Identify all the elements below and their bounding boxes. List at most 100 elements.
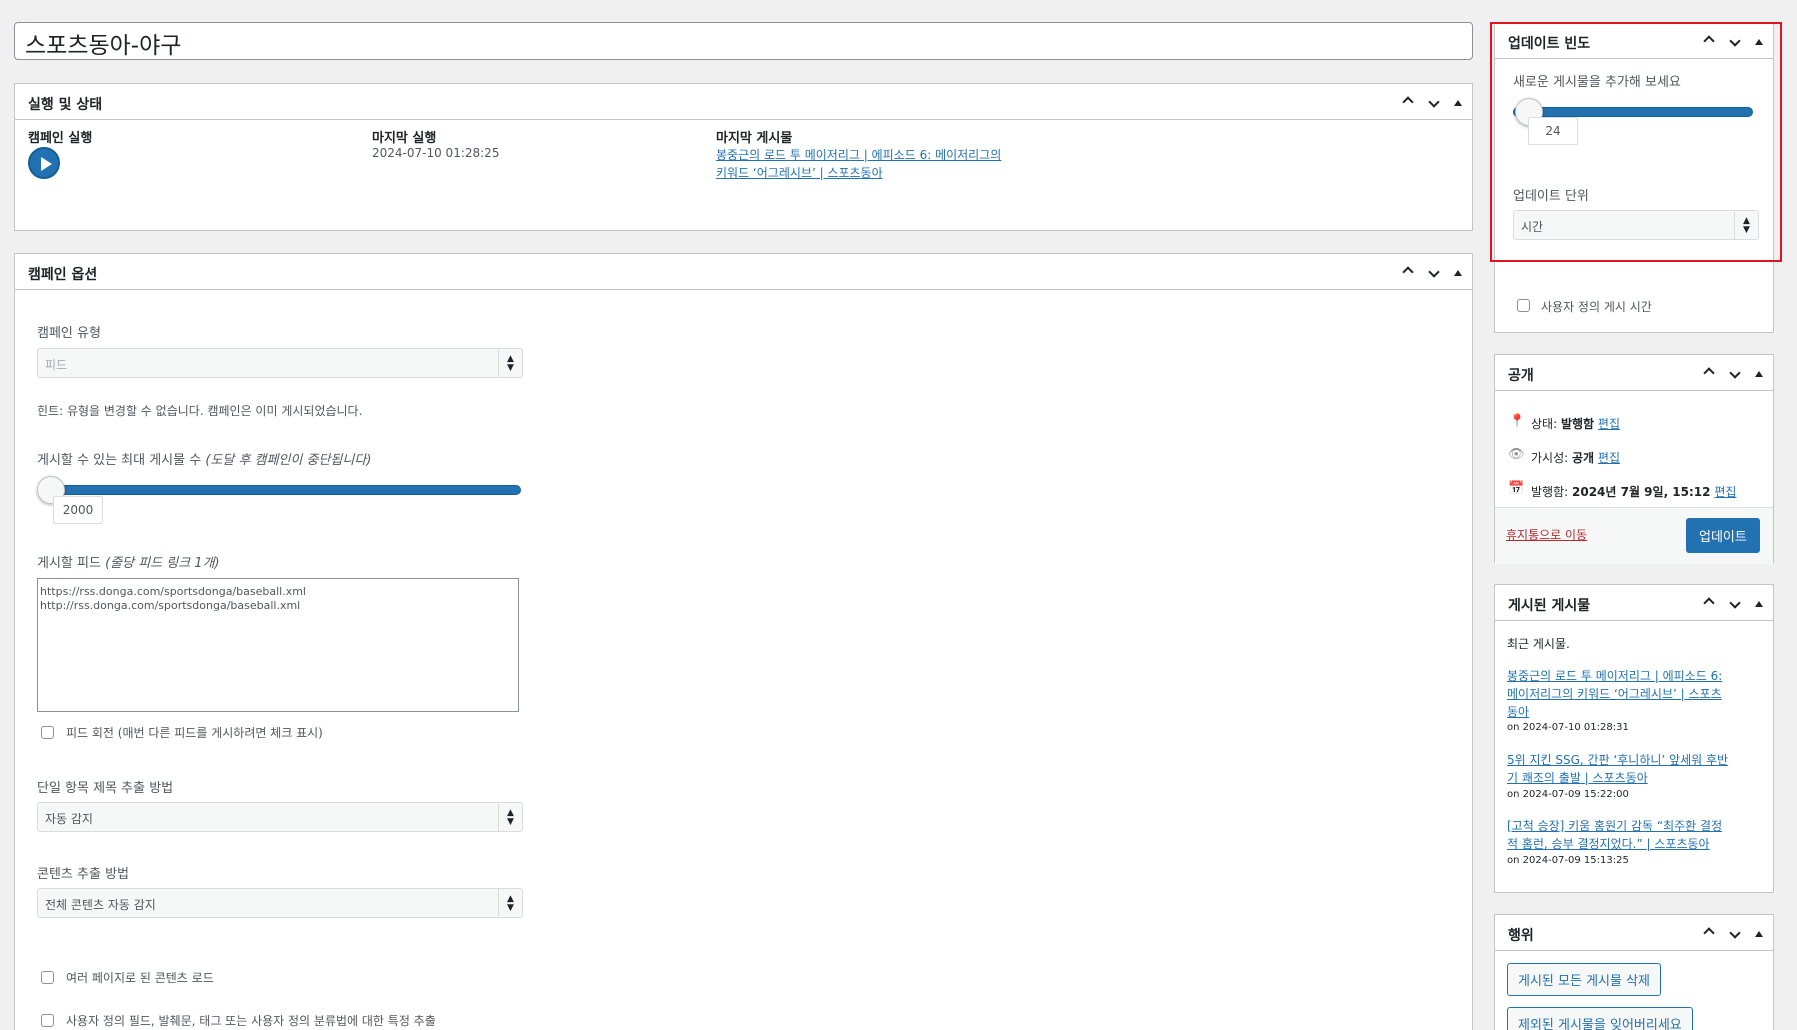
last-run-label: 마지막 실행 <box>372 131 437 146</box>
max-posts-label: 게시할 수 있는 최대 게시물 수 (도달 후 캠페인이 중단됩니다) <box>37 449 371 468</box>
posted-item-date: on 2024-07-09 15:22:00 <box>1507 789 1629 800</box>
move-down-icon[interactable] <box>1424 93 1444 111</box>
content-extract-label: 콘텐츠 추출 방법 <box>37 867 129 882</box>
move-up-icon[interactable] <box>1699 364 1719 382</box>
status-box: 실행 및 상태 캠페인 실행 마지막 실행 2024-07-10 01:28:2… <box>14 83 1473 231</box>
visibility-label: 가시성: <box>1531 451 1569 465</box>
visibility-value: 공개 <box>1572 451 1595 465</box>
status-label: 상태: <box>1531 417 1558 431</box>
multipage-label: 여러 페이지로 된 콘텐츠 로드 <box>66 971 214 985</box>
multipage-checkbox[interactable] <box>41 971 54 984</box>
eye-icon: 👁 <box>1508 447 1525 462</box>
recent-posts-label: 최근 게시물. <box>1507 637 1570 651</box>
publish-box-header: 공개 <box>1495 355 1773 391</box>
pin-icon: 📍 <box>1509 414 1526 429</box>
calendar-icon: 📅 <box>1508 481 1525 496</box>
status-box-header: 실행 및 상태 <box>15 84 1472 120</box>
options-box-header: 캠페인 옵션 <box>15 254 1472 290</box>
custom-time-label: 사용자 정의 게시 시간 <box>1541 300 1652 314</box>
title-extract-value: 자동 감지 <box>45 812 93 826</box>
publish-box: 공개 📍 상태: 발행함 편집 👁 가시성: 공개 편집 📅 발행함: 2024… <box>1494 354 1774 564</box>
status-box-title: 실행 및 상태 <box>28 97 103 113</box>
posted-box-title: 게시된 게시물 <box>1508 598 1591 614</box>
feed-rotate-checkbox[interactable] <box>41 726 54 739</box>
collapse-icon[interactable] <box>1749 924 1769 942</box>
feed-rotate-label: 피드 회전 (매번 다른 피드를 게시하려면 체크 표시) <box>66 726 323 740</box>
posted-item-link[interactable]: [고척 승장] 키움 홍원기 감독 “최주환 결정 <box>1507 817 1722 834</box>
post-title-input[interactable]: 스포츠동아-야구 <box>14 22 1473 60</box>
move-up-icon[interactable] <box>1398 263 1418 281</box>
move-down-icon[interactable] <box>1725 924 1745 942</box>
posted-item-link[interactable]: 5위 지킨 SSG, 간판 ‘후니하니’ 앞세워 후반 <box>1507 751 1728 768</box>
last-post-link-line2[interactable]: 키워드 ‘어그레시브’ | 스포츠동아 <box>716 164 883 181</box>
campaign-type-hint: 힌트: 유형을 변경할 수 없습니다. 캠페인은 이미 게시되었습니다. <box>37 404 363 418</box>
campaign-type-value: 피드 <box>45 358 68 372</box>
move-down-icon[interactable] <box>1725 594 1745 612</box>
move-up-icon[interactable] <box>1398 93 1418 111</box>
feeds-textarea[interactable]: https://rss.donga.com/sportsdonga/baseba… <box>37 578 519 712</box>
move-down-icon[interactable] <box>1725 364 1745 382</box>
status-row: 상태: 발행함 편집 <box>1531 415 1620 432</box>
posted-item-date: on 2024-07-09 15:13:25 <box>1507 855 1629 866</box>
max-posts-note: (도달 후 캠페인이 중단됩니다) <box>205 453 372 468</box>
update-button[interactable]: 업데이트 <box>1686 518 1760 553</box>
campaign-type-select[interactable]: 피드 ▲ ▼ <box>37 348 523 378</box>
trash-link[interactable]: 휴지통으로 이동 <box>1506 526 1587 543</box>
collapse-icon[interactable] <box>1749 364 1769 382</box>
published-row: 발행함: 2024년 7월 9일, 15:12 편집 <box>1531 483 1736 500</box>
content-extract-value: 전체 콘텐츠 자동 감지 <box>45 898 156 912</box>
delete-all-posts-button[interactable]: 게시된 모든 게시물 삭제 <box>1507 963 1661 996</box>
published-label: 발행함: <box>1531 485 1569 499</box>
visibility-row: 가시성: 공개 편집 <box>1531 449 1620 466</box>
options-box: 캠페인 옵션 캠페인 유형 피드 ▲ ▼ 힌트: 유형을 변경할 수 없습니다. … <box>14 253 1473 1030</box>
play-icon[interactable] <box>28 147 60 179</box>
visibility-edit-link[interactable]: 편집 <box>1598 451 1620 465</box>
status-value: 발행함 <box>1560 417 1595 431</box>
custom-fields-label: 사용자 정의 필드, 발췌문, 태그 또는 사용자 정의 분류법에 대한 특정 … <box>66 1014 436 1028</box>
custom-fields-checkbox[interactable] <box>41 1014 54 1027</box>
last-post-label: 마지막 게시물 <box>716 131 793 146</box>
campaign-type-label: 캠페인 유형 <box>37 326 101 341</box>
posted-item-date: on 2024-07-10 01:28:31 <box>1507 722 1629 733</box>
move-up-icon[interactable] <box>1699 924 1719 942</box>
collapse-icon[interactable] <box>1749 594 1769 612</box>
feeds-label-text: 게시할 피드 <box>37 556 101 571</box>
select-arrows-icon: ▲ ▼ <box>498 889 522 917</box>
status-edit-link[interactable]: 편집 <box>1598 417 1620 431</box>
max-posts-value: 2000 <box>53 496 103 524</box>
feeds-label: 게시할 피드 (줄당 피드 링크 1개) <box>37 552 220 571</box>
max-posts-slider-track[interactable] <box>39 485 521 495</box>
select-arrows-icon: ▲ ▼ <box>498 349 522 377</box>
custom-time-checkbox[interactable] <box>1517 299 1530 312</box>
publish-actions: 휴지통으로 이동 업데이트 <box>1495 507 1773 564</box>
feeds-note: (줄당 피드 링크 1개) <box>105 556 220 571</box>
move-down-icon[interactable] <box>1424 263 1444 281</box>
published-value: 2024년 7월 9일, 15:12 <box>1572 485 1711 499</box>
publish-box-title: 공개 <box>1508 368 1534 384</box>
run-campaign-label: 캠페인 실행 <box>28 131 93 146</box>
select-arrows-icon: ▲ ▼ <box>498 803 522 831</box>
published-edit-link[interactable]: 편집 <box>1714 485 1736 499</box>
last-run-value: 2024-07-10 01:28:25 <box>372 146 500 160</box>
title-extract-select[interactable]: 자동 감지 ▲ ▼ <box>37 802 523 832</box>
forget-excluded-button[interactable]: 제외된 게시물을 잊어버리세요 <box>1507 1007 1693 1030</box>
posted-item-link-line2[interactable]: 적 홈런, 승부 결정지었다.” | 스포츠동아 <box>1507 835 1710 852</box>
actions-box: 행위 게시된 모든 게시물 삭제 제외된 게시물을 잊어버리세요 <box>1494 914 1774 1030</box>
options-box-title: 캠페인 옵션 <box>28 267 98 283</box>
posted-item-link-line2[interactable]: 메이저리그의 키워드 ‘어그레시브’ | 스포츠 <box>1507 685 1722 702</box>
content-extract-select[interactable]: 전체 콘텐츠 자동 감지 ▲ ▼ <box>37 888 523 918</box>
collapse-icon[interactable] <box>1448 263 1468 281</box>
actions-box-header: 행위 <box>1495 915 1773 951</box>
actions-box-title: 행위 <box>1508 928 1534 944</box>
posted-box-header: 게시된 게시물 <box>1495 585 1773 621</box>
last-post-link[interactable]: 봉중근의 로드 투 메이저리그 | 에피소드 6: 메이저리그의 <box>716 146 1001 163</box>
move-up-icon[interactable] <box>1699 594 1719 612</box>
posted-item-link-line2[interactable]: 기 쾌조의 출발 | 스포츠동아 <box>1507 769 1648 786</box>
posted-box: 게시된 게시물 최근 게시물. 봉중근의 로드 투 메이저리그 | 에피소드 6… <box>1494 584 1774 893</box>
posted-item-link-line3[interactable]: 동아 <box>1507 703 1529 720</box>
posted-item-link[interactable]: 봉중근의 로드 투 메이저리그 | 에피소드 6: <box>1507 667 1722 684</box>
title-extract-label: 단일 항목 제목 추출 방법 <box>37 781 174 796</box>
max-posts-label-text: 게시할 수 있는 최대 게시물 수 <box>37 453 202 468</box>
highlight-frame <box>1490 22 1782 262</box>
collapse-icon[interactable] <box>1448 93 1468 111</box>
